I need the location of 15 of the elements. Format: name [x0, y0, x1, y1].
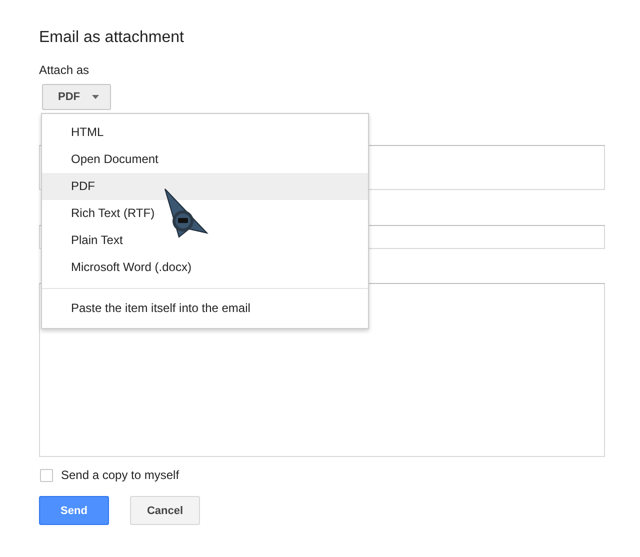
menu-item[interactable]: HTML [42, 119, 368, 146]
menu-item[interactable]: Paste the item itself into the email [42, 295, 368, 322]
menu-item[interactable]: Rich Text (RTF) [42, 200, 368, 227]
checkbox[interactable] [40, 468, 53, 482]
cancel-button[interactable]: Cancel [130, 496, 200, 525]
cursor-icon [163, 187, 209, 239]
format-dropdown[interactable]: PDF [42, 84, 111, 110]
dialog-title: Email as attachment [39, 28, 184, 48]
menu-item[interactable]: Open Document [42, 146, 368, 173]
menu-item[interactable]: Plain Text [42, 227, 368, 254]
checkbox-label: Send a copy to myself [61, 468, 180, 482]
menu-item[interactable]: Microsoft Word (.docx) [42, 254, 368, 281]
caret-icon [92, 95, 99, 99]
menu-item[interactable]: PDF [42, 173, 368, 200]
attach-label: Attach as [39, 63, 90, 77]
